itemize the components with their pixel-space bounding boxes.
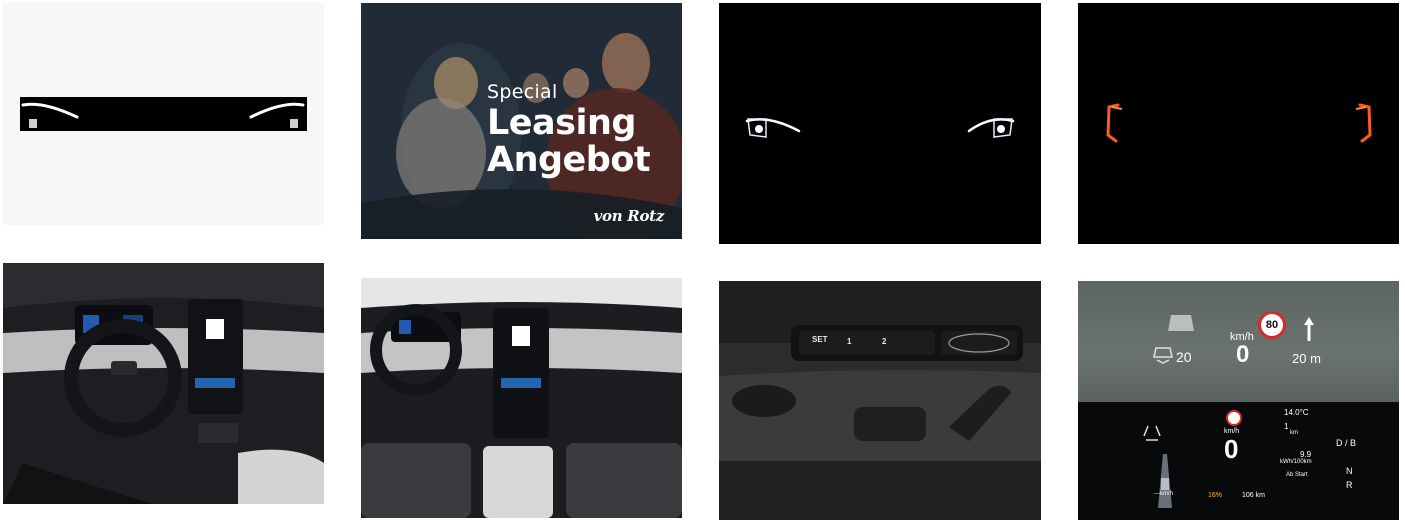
gear-neutral-indicator: N [1346, 466, 1353, 476]
hud-speed-limit-sign: 80 [1258, 311, 1286, 339]
dashboard-graphic [3, 263, 324, 504]
hud-speed-value: 0 [1236, 341, 1250, 368]
promo-leasing-text: Leasing [487, 103, 636, 143]
distance-assist-icon [1153, 347, 1173, 364]
seat-memory-2-label: 2 [882, 337, 887, 346]
promo-headline: Special Leasing Angebot [487, 81, 651, 180]
vehicle-lane-graphic [1158, 454, 1172, 508]
gallery-image-interior-dashboard[interactable] [3, 263, 324, 504]
lead-car-icon [1168, 315, 1194, 331]
instrument-cluster: km/h 0 14.0°C 1 km 9.9 kWh/100km Ab Star… [1078, 404, 1399, 520]
gear-reverse-indicator: R [1346, 480, 1353, 490]
headlight-strip-graphic [20, 97, 307, 131]
straight-arrow-icon [1304, 317, 1314, 341]
gallery-image-interior-wide[interactable] [361, 278, 682, 518]
image-gallery: Special Leasing Angebot von Rotz SET 1 2… [0, 0, 1405, 520]
gear-drive-indicator: D / B [1336, 438, 1357, 448]
remaining-range: 106 km [1242, 492, 1265, 499]
consumption-value: 9.9 [1300, 450, 1312, 459]
gallery-image-hud-cluster[interactable]: 20 km/h 0 80 20 m km/h 0 14.0°C 1 km 9.9… [1078, 281, 1399, 520]
promo-special-text: Special [487, 81, 558, 103]
seat-set-label: SET [812, 335, 828, 344]
consumption-label: Ab Start [1286, 472, 1308, 478]
hud-gap-value: 20 [1176, 349, 1192, 365]
dealer-logo: von Rotz [593, 207, 665, 225]
seat-memory-1-label: 1 [847, 337, 852, 346]
gallery-image-taillights-night[interactable] [1078, 3, 1399, 244]
acc-set-speed: ---km/h [1154, 491, 1173, 497]
gallery-image-seat-controls[interactable]: SET 1 2 [719, 281, 1041, 520]
promo-angebot-text: Angebot [487, 140, 651, 180]
consumption-unit: kWh/100km [1280, 459, 1312, 465]
cluster-speed-limit-sign [1226, 410, 1242, 426]
taillights-graphic [1106, 103, 1372, 143]
headlights-graphic [745, 118, 1015, 138]
battery-percent: 16% [1208, 492, 1223, 499]
trip-distance: 1 [1284, 422, 1289, 431]
interior-wide-graphic [361, 278, 682, 518]
gallery-image-leasing-promo[interactable]: Special Leasing Angebot von Rotz [361, 3, 682, 239]
outside-temperature: 14.0°C [1284, 408, 1309, 417]
head-up-display: 20 km/h 0 80 20 m [1078, 281, 1399, 402]
lane-assist-icon [1143, 425, 1161, 441]
gallery-image-headlight-strip[interactable] [3, 3, 324, 225]
gallery-image-headlights-night[interactable] [719, 3, 1041, 244]
cluster-speed-value: 0 [1224, 434, 1239, 464]
trip-distance-unit: km [1290, 430, 1298, 436]
hud-nav-distance: 20 m [1292, 351, 1321, 366]
seat-controls-graphic [719, 281, 1041, 520]
